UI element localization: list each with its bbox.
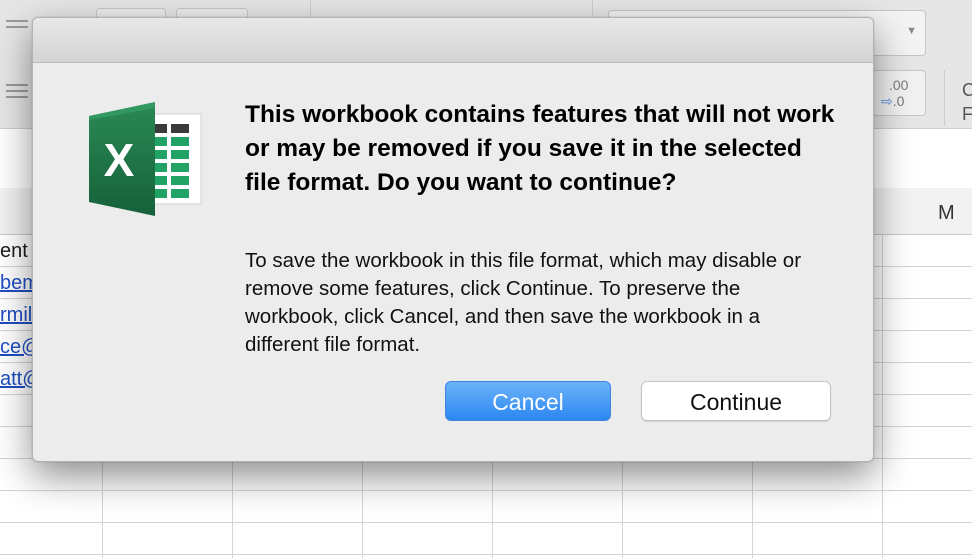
excel-icon-letter: X bbox=[104, 134, 135, 186]
alert-heading: This workbook contains features that wil… bbox=[245, 101, 835, 196]
save-compatibility-alert-dialog: X This workbook contains features that w… bbox=[32, 17, 874, 462]
decimal-button-top: .00 bbox=[889, 77, 909, 93]
column-header-m[interactable]: M bbox=[938, 202, 955, 225]
alert-message: To save the workbook in this file format… bbox=[245, 249, 802, 356]
decimal-button-bottom: .0 bbox=[892, 93, 905, 109]
arrow-right-icon: ⇨ bbox=[881, 93, 893, 109]
dialog-title-bar[interactable] bbox=[33, 18, 873, 63]
decrease-decimal-button[interactable]: .00 ⇨.0 bbox=[872, 70, 926, 116]
cancel-button[interactable]: Cancel bbox=[445, 381, 611, 421]
grid-line bbox=[0, 490, 972, 491]
grid-line bbox=[0, 554, 972, 555]
grid-line bbox=[0, 522, 972, 523]
ribbon-edge-label-bottom: F bbox=[962, 104, 972, 124]
toolbar-divider bbox=[944, 70, 945, 126]
align-left-icon[interactable] bbox=[6, 20, 28, 32]
table-cell[interactable]: ent bbox=[0, 240, 28, 263]
grid-line bbox=[882, 234, 883, 558]
screen: ▼ .00 ⇨.0 C F M ent bem rmil ce@ att@ X … bbox=[0, 0, 972, 558]
align-justify-icon[interactable] bbox=[6, 84, 28, 102]
continue-button[interactable]: Continue bbox=[641, 381, 831, 421]
decimal-button-bottom-row: ⇨.0 bbox=[881, 93, 904, 110]
chevron-down-icon: ▼ bbox=[906, 25, 917, 37]
email-link-cell[interactable]: rmil bbox=[0, 304, 32, 327]
ribbon-edge-label-top: C bbox=[962, 80, 972, 100]
excel-app-icon: X bbox=[89, 102, 202, 216]
